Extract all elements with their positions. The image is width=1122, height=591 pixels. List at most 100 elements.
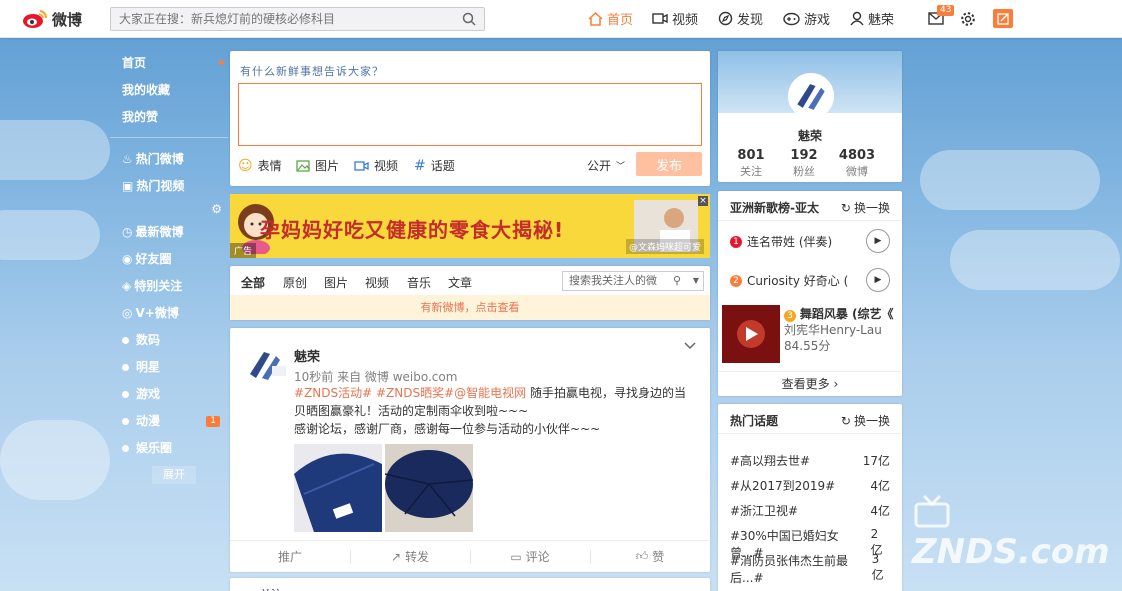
- tab-original[interactable]: 原创: [283, 274, 307, 291]
- weibo-logo[interactable]: 微博: [22, 7, 82, 31]
- repost-button[interactable]: ↗ 转发: [350, 541, 470, 572]
- song-name: 舞蹈风暴 (综艺《: [799, 307, 894, 321]
- thumbs-up-icon: 👍︎: [635, 549, 649, 563]
- nav-video[interactable]: 视频: [652, 9, 698, 28]
- post-image-1[interactable]: [294, 444, 382, 532]
- compose-button[interactable]: [993, 9, 1013, 28]
- publish-button[interactable]: 发布: [636, 152, 702, 176]
- topic-item[interactable]: #高以翔去世# 17亿: [730, 452, 890, 469]
- stat-following[interactable]: 801 关注: [721, 148, 781, 179]
- tab-music[interactable]: 音乐: [407, 274, 431, 291]
- refresh-button[interactable]: ↻ 换一换: [841, 199, 890, 216]
- nav-game[interactable]: 游戏: [783, 9, 830, 28]
- edit-icon: [997, 12, 1009, 25]
- ad-banner[interactable]: 孕妈妈好吃又健康的零食大揭秘! 广告 @文森妈咪超可爱 ×: [230, 194, 710, 258]
- sidebar-item-likes[interactable]: 我的赞: [110, 104, 228, 131]
- sidebar-item-favorites[interactable]: 我的收藏: [110, 77, 228, 104]
- gear-icon[interactable]: [960, 11, 976, 27]
- tool-label: 视频: [374, 159, 399, 173]
- tool-video[interactable]: 视频: [354, 157, 398, 174]
- sidebar-item-friends[interactable]: ◉ 好友圈: [110, 246, 228, 273]
- feed-search-placeholder: 搜索我关注人的微: [569, 274, 657, 287]
- tab-images[interactable]: 图片: [324, 274, 348, 291]
- promote-button[interactable]: 推广: [230, 541, 350, 572]
- tool-emoji[interactable]: ☺ 表情: [238, 157, 282, 174]
- topic-item[interactable]: #消防员张伟杰生前最后...# 3亿: [730, 552, 890, 586]
- refresh-button[interactable]: ↻ 换一换: [841, 412, 890, 429]
- nav-profile[interactable]: 魅荣: [850, 9, 894, 28]
- sidebar-expand-button[interactable]: 展开: [152, 466, 196, 484]
- tab-articles[interactable]: 文章: [448, 274, 472, 291]
- comment-button[interactable]: ▭ 评论: [470, 541, 590, 572]
- topic-item[interactable]: #从2017到2019# 4亿: [730, 477, 890, 494]
- feed-search-input[interactable]: 搜索我关注人的微 ⚲ ▼: [562, 271, 704, 291]
- see-more-label: 查看更多: [781, 377, 830, 391]
- sidebar-tag-anime[interactable]: 动漫 1: [110, 408, 228, 435]
- action-label: 转发: [405, 550, 430, 564]
- post-author[interactable]: 魅荣: [294, 346, 320, 365]
- publisher-textarea[interactable]: [238, 83, 702, 146]
- nav-video-label: 视频: [672, 13, 699, 28]
- topic-count: 4亿: [870, 504, 890, 518]
- sidebar-tag-digital[interactable]: 数码: [110, 327, 228, 354]
- song-item[interactable]: 1 连名带姓 (伴奏): [730, 233, 832, 250]
- bullet-icon: [122, 391, 129, 398]
- post-text-2: 感谢论坛，感谢厂商，感谢每一位参与活动的小伙伴~~~: [294, 422, 601, 436]
- topic-name: #消防员张伟杰生前最后...#: [730, 554, 849, 585]
- sidebar-tag-stars[interactable]: 明星: [110, 354, 228, 381]
- repost-icon: ↗: [390, 549, 402, 564]
- sidebar-item-label: 热门微博: [135, 152, 184, 166]
- post-image-2[interactable]: [385, 444, 473, 532]
- sidebar-item-special[interactable]: ◈ 特别关注: [110, 273, 228, 300]
- dropdown-icon[interactable]: ▼: [693, 272, 699, 290]
- action-label: 赞: [652, 550, 665, 564]
- new-posts-notice[interactable]: 有新微博，点击查看: [230, 295, 710, 320]
- nav-discover[interactable]: 发现: [718, 9, 763, 28]
- sidebar-tag-entertainment[interactable]: 娱乐圈: [110, 435, 228, 462]
- close-icon[interactable]: ×: [698, 196, 708, 206]
- sidebar-settings-row: ⚙: [110, 200, 228, 219]
- stat-label: 关注: [740, 165, 762, 178]
- sidebar-item-vplus[interactable]: ◎ V+微博: [110, 300, 228, 327]
- sidebar-item-hot-weibo[interactable]: ♨ 热门微博: [110, 146, 228, 173]
- see-more-link[interactable]: 查看更多 ›: [718, 371, 902, 396]
- search-input[interactable]: [111, 8, 441, 30]
- sidebar-tag-games[interactable]: 游戏: [110, 381, 228, 408]
- tab-all[interactable]: 全部: [241, 274, 266, 298]
- tool-image[interactable]: 图片: [296, 157, 339, 174]
- like-button[interactable]: 👍︎ 赞: [590, 541, 710, 572]
- music-chart-card: 亚洲新歌榜-亚太 ↻ 换一换 1 连名带姓 (伴奏) ▶ 2 Curiosity 好奇…: [718, 191, 902, 396]
- stat-posts[interactable]: 4803 微博: [827, 148, 887, 179]
- sidebar-item-latest[interactable]: ◷ 最新微博: [110, 219, 228, 246]
- nav-home[interactable]: 首页: [588, 9, 633, 28]
- album-cover[interactable]: [722, 305, 780, 363]
- bullet-icon: [122, 337, 129, 344]
- play-icon: ▶: [874, 275, 882, 285]
- sidebar-item-hot-video[interactable]: ▣ 热门视频: [110, 173, 228, 200]
- play-button[interactable]: ▶: [866, 229, 890, 253]
- stat-followers[interactable]: 192 粉丝: [774, 148, 834, 179]
- sidebar-item-home[interactable]: 首页: [110, 50, 228, 77]
- tab-videos[interactable]: 视频: [365, 274, 389, 291]
- avatar[interactable]: [244, 344, 288, 388]
- gear-icon[interactable]: ⚙: [211, 202, 222, 216]
- play-button[interactable]: ▶: [866, 268, 890, 292]
- sidebar-item-label: 热门视频: [136, 179, 185, 193]
- featured-song[interactable]: 3 舞蹈风暴 (综艺《 刘宪华Henry-Lau 84.55分: [784, 306, 894, 354]
- search-icon[interactable]: [462, 12, 476, 26]
- avatar[interactable]: [788, 73, 834, 119]
- ad-tag: 广告: [230, 243, 257, 258]
- chevron-down-icon[interactable]: [684, 342, 696, 350]
- rank-badge: 3: [784, 310, 796, 322]
- left-sidebar: 首页 我的收藏 我的赞 ♨ 热门微博 ▣ 热门视频 ⚙ ◷ 最新微博 ◉ 好友圈 ◈ 特别…: [110, 50, 228, 484]
- nav-discover-label: 发现: [737, 13, 764, 28]
- visibility-select[interactable]: 公开 ﹀: [587, 157, 625, 174]
- profile-name[interactable]: 魅荣: [718, 127, 902, 144]
- tool-topic[interactable]: # 话题: [414, 157, 455, 174]
- song-item[interactable]: 2 Curiosity 好奇心 (: [730, 272, 848, 289]
- topic-name: #高以翔去世#: [730, 454, 811, 468]
- anime-badge: 1: [206, 416, 220, 427]
- post-hashtags[interactable]: #ZNDS活动# #ZNDS晒奖#@智能电视网: [294, 386, 526, 400]
- sidebar-divider: [110, 137, 228, 138]
- topic-item[interactable]: #浙江卫视# 4亿: [730, 502, 890, 519]
